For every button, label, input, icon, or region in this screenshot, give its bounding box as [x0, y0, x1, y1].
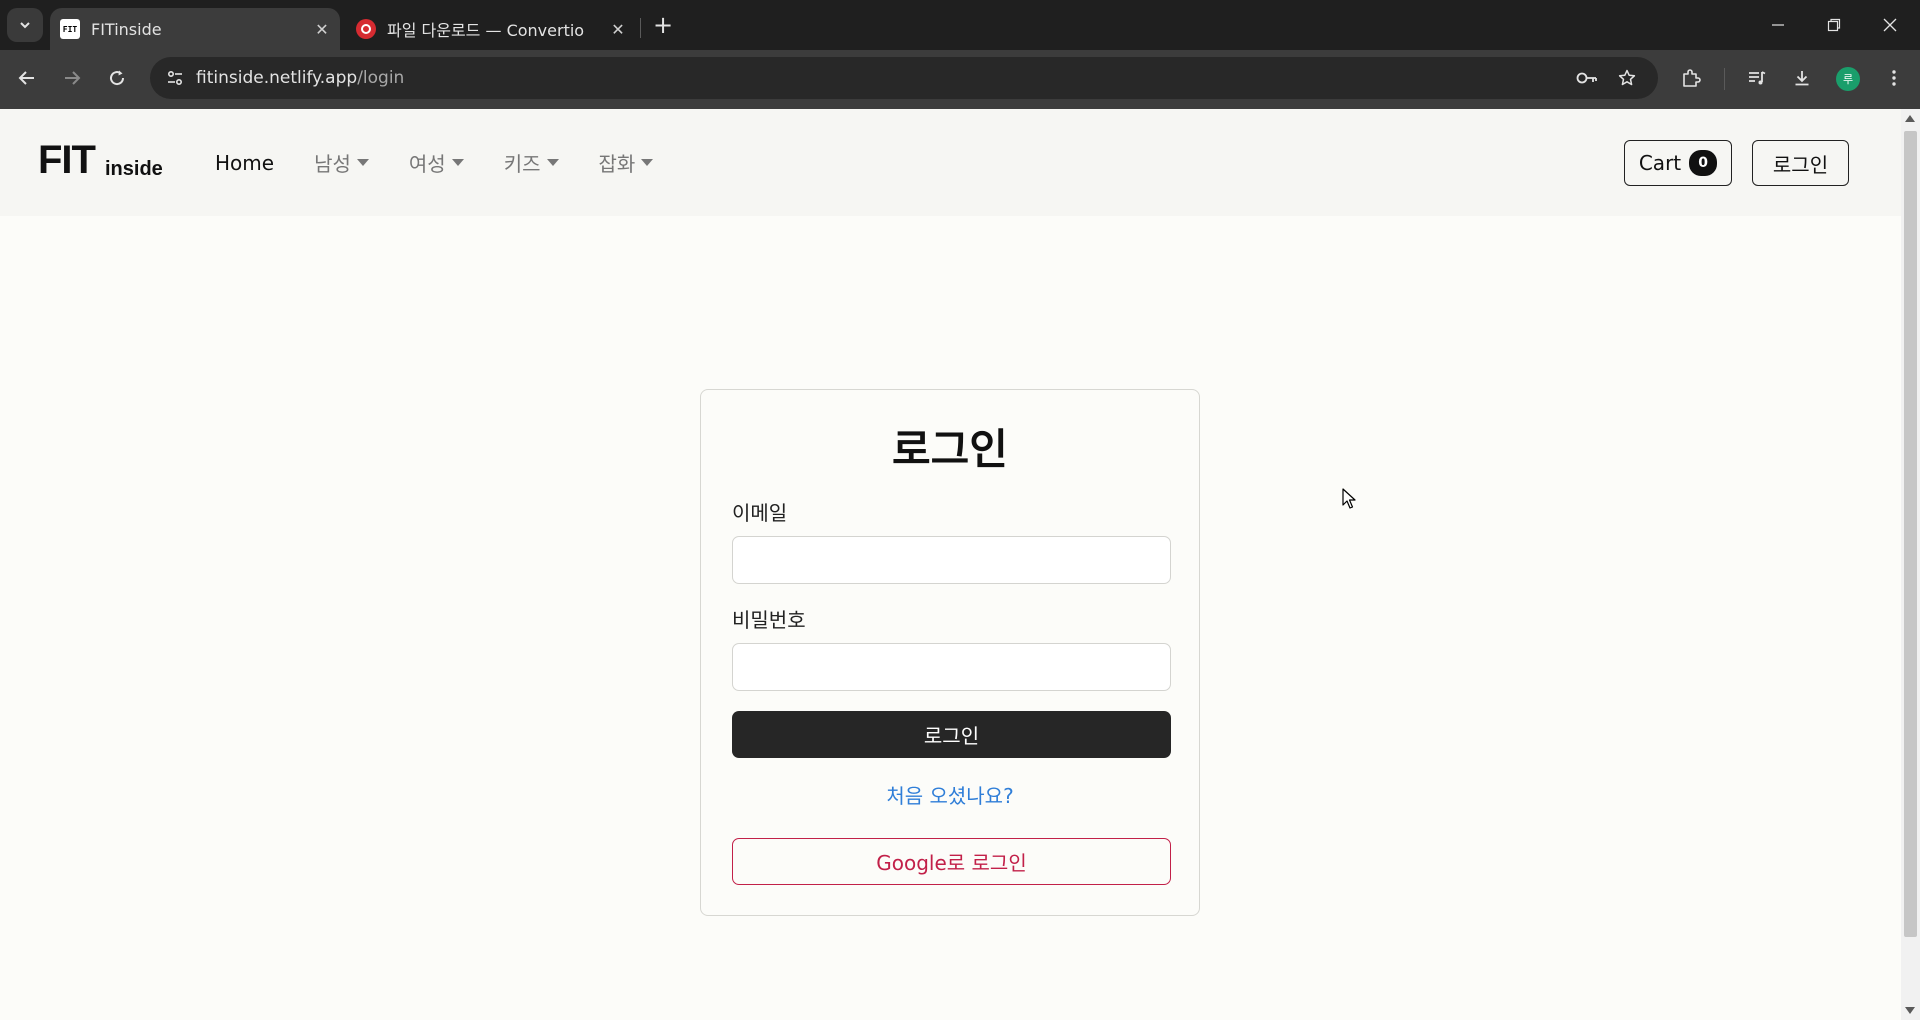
arrow-left-icon: [18, 71, 34, 85]
caret-down-icon: [641, 159, 654, 166]
close-tab-icon[interactable]: ✕: [310, 17, 334, 41]
media-control-icon[interactable]: [1739, 60, 1775, 96]
google-login-button[interactable]: Google로 로그인: [732, 838, 1171, 885]
reload-icon: [110, 70, 125, 86]
restore-icon[interactable]: [1806, 0, 1862, 50]
login-card: 로그인 이메일 비밀번호 로그인 처음 오셨나요? Google로 로그인: [700, 389, 1200, 916]
address-bar[interactable]: fitinside.netlify.app/login: [150, 57, 1658, 99]
nav-men-dropdown[interactable]: 남성: [314, 148, 369, 177]
page-viewport: FIT inside Home 남성 여성 키즈 잡화 Cart 0 로그인 로…: [0, 109, 1901, 1020]
page-scrollbar[interactable]: [1901, 109, 1920, 1020]
forward-button[interactable]: [54, 60, 90, 96]
site-info-icon[interactable]: [160, 63, 190, 93]
password-label: 비밀번호: [732, 608, 806, 632]
signup-link[interactable]: 처음 오셨나요?: [701, 780, 1199, 809]
new-tab-button[interactable]: +: [648, 10, 678, 40]
tab-fitinside[interactable]: FIT FITinside ✕: [50, 8, 340, 50]
header-login-button[interactable]: 로그인: [1752, 140, 1849, 186]
site-header: FIT inside Home 남성 여성 키즈 잡화 Cart 0 로그인: [0, 109, 1901, 216]
email-input[interactable]: [732, 536, 1171, 584]
nav-women-dropdown[interactable]: 여성: [409, 148, 464, 177]
nav-kids-dropdown[interactable]: 키즈: [504, 148, 559, 177]
browser-tab-bar: FIT FITinside ✕ 파일 다운로드 — Convertio ✕ +: [0, 0, 1920, 50]
login-submit-button[interactable]: 로그인: [732, 711, 1171, 758]
site-logo[interactable]: FIT inside: [38, 138, 163, 182]
reload-button[interactable]: [99, 60, 135, 96]
logo-main-text: FIT: [38, 138, 96, 182]
login-title: 로그인: [892, 425, 1008, 474]
url-text: fitinside.netlify.app/login: [196, 57, 404, 99]
main-nav: Home 남성 여성 키즈 잡화: [215, 109, 693, 216]
close-tab-icon[interactable]: ✕: [606, 17, 630, 41]
tab-title: 파일 다운로드 — Convertio: [387, 21, 585, 40]
bookmark-star-icon[interactable]: [1612, 63, 1642, 93]
nav-label: 잡화: [598, 152, 636, 176]
logo-sub-text: inside: [104, 158, 163, 180]
nav-goods-dropdown[interactable]: 잡화: [599, 148, 654, 177]
scroll-down-icon[interactable]: [1905, 1007, 1915, 1014]
profile-avatar[interactable]: 루: [1836, 67, 1860, 91]
url-path: /login: [357, 68, 405, 88]
convertio-favicon-icon: [356, 19, 376, 39]
download-icon[interactable]: [1784, 60, 1820, 96]
menu-kebab-icon[interactable]: [1876, 60, 1912, 96]
caret-down-icon: [451, 159, 464, 166]
nav-label: 키즈: [503, 152, 541, 176]
tab-search-button[interactable]: [7, 8, 43, 42]
browser-toolbar: fitinside.netlify.app/login: [0, 50, 1920, 109]
url-host: fitinside.netlify.app: [196, 68, 358, 88]
cart-count-badge: 0: [1689, 150, 1718, 176]
minimize-icon[interactable]: [1750, 0, 1806, 50]
mouse-cursor-icon: [1342, 488, 1356, 509]
toolbar-divider: [1724, 68, 1725, 90]
password-key-icon[interactable]: [1572, 63, 1602, 93]
scroll-thumb[interactable]: [1904, 131, 1917, 937]
email-label: 이메일: [732, 501, 788, 525]
back-button[interactable]: [9, 60, 45, 96]
arrow-right-icon: [65, 71, 81, 85]
tab-divider: [640, 18, 641, 38]
fitinside-favicon-icon: FIT: [60, 19, 80, 39]
tab-convertio[interactable]: 파일 다운로드 — Convertio ✕: [346, 8, 636, 50]
chevron-down-icon: [20, 22, 30, 29]
tab-title: FITinside: [91, 19, 162, 39]
password-input[interactable]: [732, 643, 1171, 691]
caret-down-icon: [356, 159, 369, 166]
extensions-puzzle-icon[interactable]: [1673, 60, 1709, 96]
cart-label: Cart: [1638, 151, 1682, 175]
nav-label: 남성: [314, 152, 351, 176]
close-window-icon[interactable]: [1862, 0, 1918, 50]
caret-down-icon: [546, 159, 559, 166]
nav-label: 여성: [408, 152, 446, 176]
scroll-up-icon[interactable]: [1905, 115, 1915, 122]
cart-button[interactable]: Cart 0: [1624, 140, 1732, 186]
nav-label: Home: [215, 150, 275, 175]
nav-home[interactable]: Home: [215, 151, 274, 175]
